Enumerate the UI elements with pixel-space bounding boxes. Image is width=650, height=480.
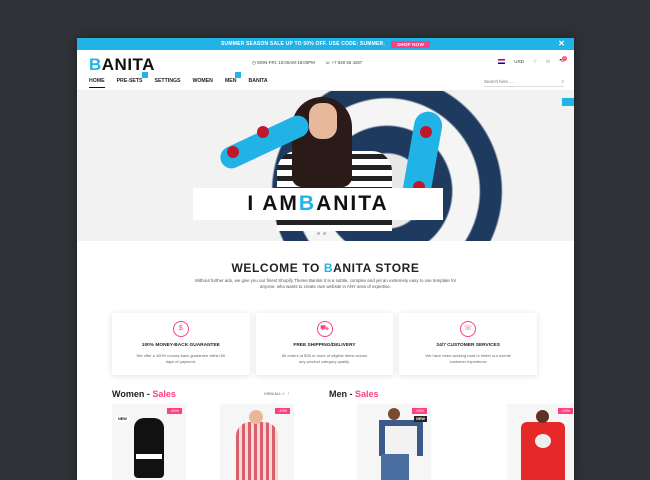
nav-item-home[interactable]: HOME <box>89 78 105 88</box>
user-icon[interactable]: ⚇ <box>546 59 550 65</box>
men-sales-heading: Men - Sales <box>329 389 379 399</box>
feature-text: All orders of $35 or more of eligible it… <box>281 353 368 364</box>
model-face <box>249 410 263 424</box>
view-all-link[interactable]: VIEW ALL › <box>264 392 284 396</box>
product-card[interactable]: -45% <box>220 404 294 480</box>
nav-item-banita[interactable]: BANITA <box>248 78 267 88</box>
welcome-text: Without further ado, we give you our fin… <box>194 278 457 289</box>
feature-card: ⛟ FREE SHIPPING/DELIVERY All orders of $… <box>255 313 394 375</box>
features-row: $ 100% MONEY-BACK GUARANTEE We offer a 1… <box>112 313 538 375</box>
currency-select[interactable]: USD <box>514 59 524 64</box>
tshirt-image <box>521 422 565 480</box>
slider-dots[interactable] <box>311 232 326 235</box>
hero-face <box>309 103 337 139</box>
model-face <box>388 408 400 420</box>
new-badge: NEW <box>116 416 129 422</box>
phone-text[interactable]: ☏ +7 849 55 4267 <box>325 60 362 66</box>
product-card[interactable]: -45% <box>507 404 574 480</box>
carousel-arrows: ‹ › <box>283 391 289 397</box>
feature-text: We have been working hard to better our … <box>425 353 511 364</box>
product-card[interactable]: -45% NEW <box>112 404 186 480</box>
side-panel-button[interactable] <box>562 98 574 106</box>
next-arrow-icon[interactable]: › <box>288 391 290 397</box>
swimsuit-stripe <box>136 454 162 459</box>
feature-card: $ 100% MONEY-BACK GUARANTEE We offer a 1… <box>112 313 250 375</box>
prev-arrow-icon[interactable]: ‹ <box>283 391 285 397</box>
cart-icon[interactable]: ⛍ 0 <box>559 56 567 65</box>
dress-image <box>236 422 278 480</box>
nav-item-men[interactable]: MEN <box>225 72 242 88</box>
promo-text: SUMMER SEASON SALE UP TO 50% OFF. USE CO… <box>221 41 385 47</box>
promo-bar: SUMMER SEASON SALE UP TO 50% OFF. USE CO… <box>77 38 574 50</box>
discount-badge: -45% <box>167 408 182 414</box>
feature-card: ☏ 24/7 CUSTOMER SERVICES We have been wo… <box>399 313 538 375</box>
feature-title: 100% MONEY-BACK GUARANTEE <box>141 343 220 348</box>
wheel-image <box>257 126 269 138</box>
header: BANITA ◷ MON-FRI: 10:00AM-18:00PM ☏ +7 8… <box>77 50 574 75</box>
nav-badge <box>141 72 148 78</box>
flag-icon[interactable] <box>498 59 506 64</box>
nav-badge <box>235 72 242 78</box>
header-actions: USD ♡ ⚇ ⛍ 0 <box>498 56 567 65</box>
feature-title: FREE SHIPPING/DELIVERY <box>293 343 356 348</box>
hero-banner: I AM B ANITA <box>77 91 574 241</box>
discount-badge: -45% <box>275 408 290 414</box>
truck-icon: ⛟ <box>316 321 333 337</box>
feature-title: 24/7 CUSTOMER SERVICES <box>436 343 500 348</box>
bull-print <box>535 434 551 448</box>
hero-title: I AM B ANITA <box>193 188 443 220</box>
welcome-section: WELCOME TO BANITA STORE Without further … <box>77 261 574 290</box>
hours-text: ◷ MON-FRI: 10:00AM-18:00PM <box>252 60 315 65</box>
support-icon: ☏ <box>460 321 477 337</box>
cart-count: 0 <box>562 56 567 61</box>
search-input[interactable]: Search here ... ⌕ <box>484 77 564 87</box>
discount-badge: -45% <box>558 408 573 414</box>
contact-info: ◷ MON-FRI: 10:00AM-18:00PM ☏ +7 849 55 4… <box>252 60 362 66</box>
search-icon[interactable]: ⌕ <box>562 79 564 84</box>
wheel-image <box>420 126 432 138</box>
feature-text: We offer a 100% money-back guarantee wit… <box>136 353 226 364</box>
shop-now-button[interactable]: SHOP NOW <box>390 40 430 48</box>
close-icon[interactable]: ✕ <box>558 39 565 48</box>
swimsuit-image <box>134 418 164 478</box>
product-card[interactable]: -45% NEW <box>357 404 431 480</box>
nav-item-presets[interactable]: PRE-SETS <box>117 72 148 88</box>
women-sales-heading: Women - Sales <box>112 389 176 399</box>
discount-badge: -45% <box>412 408 427 414</box>
dollar-icon: $ <box>172 321 189 337</box>
store-page: SUMMER SEASON SALE UP TO 50% OFF. USE CO… <box>77 38 574 480</box>
nav-item-settings[interactable]: SETTINGS <box>155 78 181 88</box>
model-face <box>536 410 549 423</box>
welcome-title: WELCOME TO BANITA STORE <box>231 261 420 275</box>
new-badge: NEW <box>414 416 427 422</box>
wheel-image <box>227 146 239 158</box>
jeans-image <box>381 454 409 480</box>
jacket-image <box>379 420 423 456</box>
nav-item-women[interactable]: WOMEN <box>192 78 212 88</box>
main-nav: HOME PRE-SETS SETTINGS WOMEN MEN BANITA … <box>77 72 574 91</box>
heart-icon[interactable]: ♡ <box>533 59 537 65</box>
